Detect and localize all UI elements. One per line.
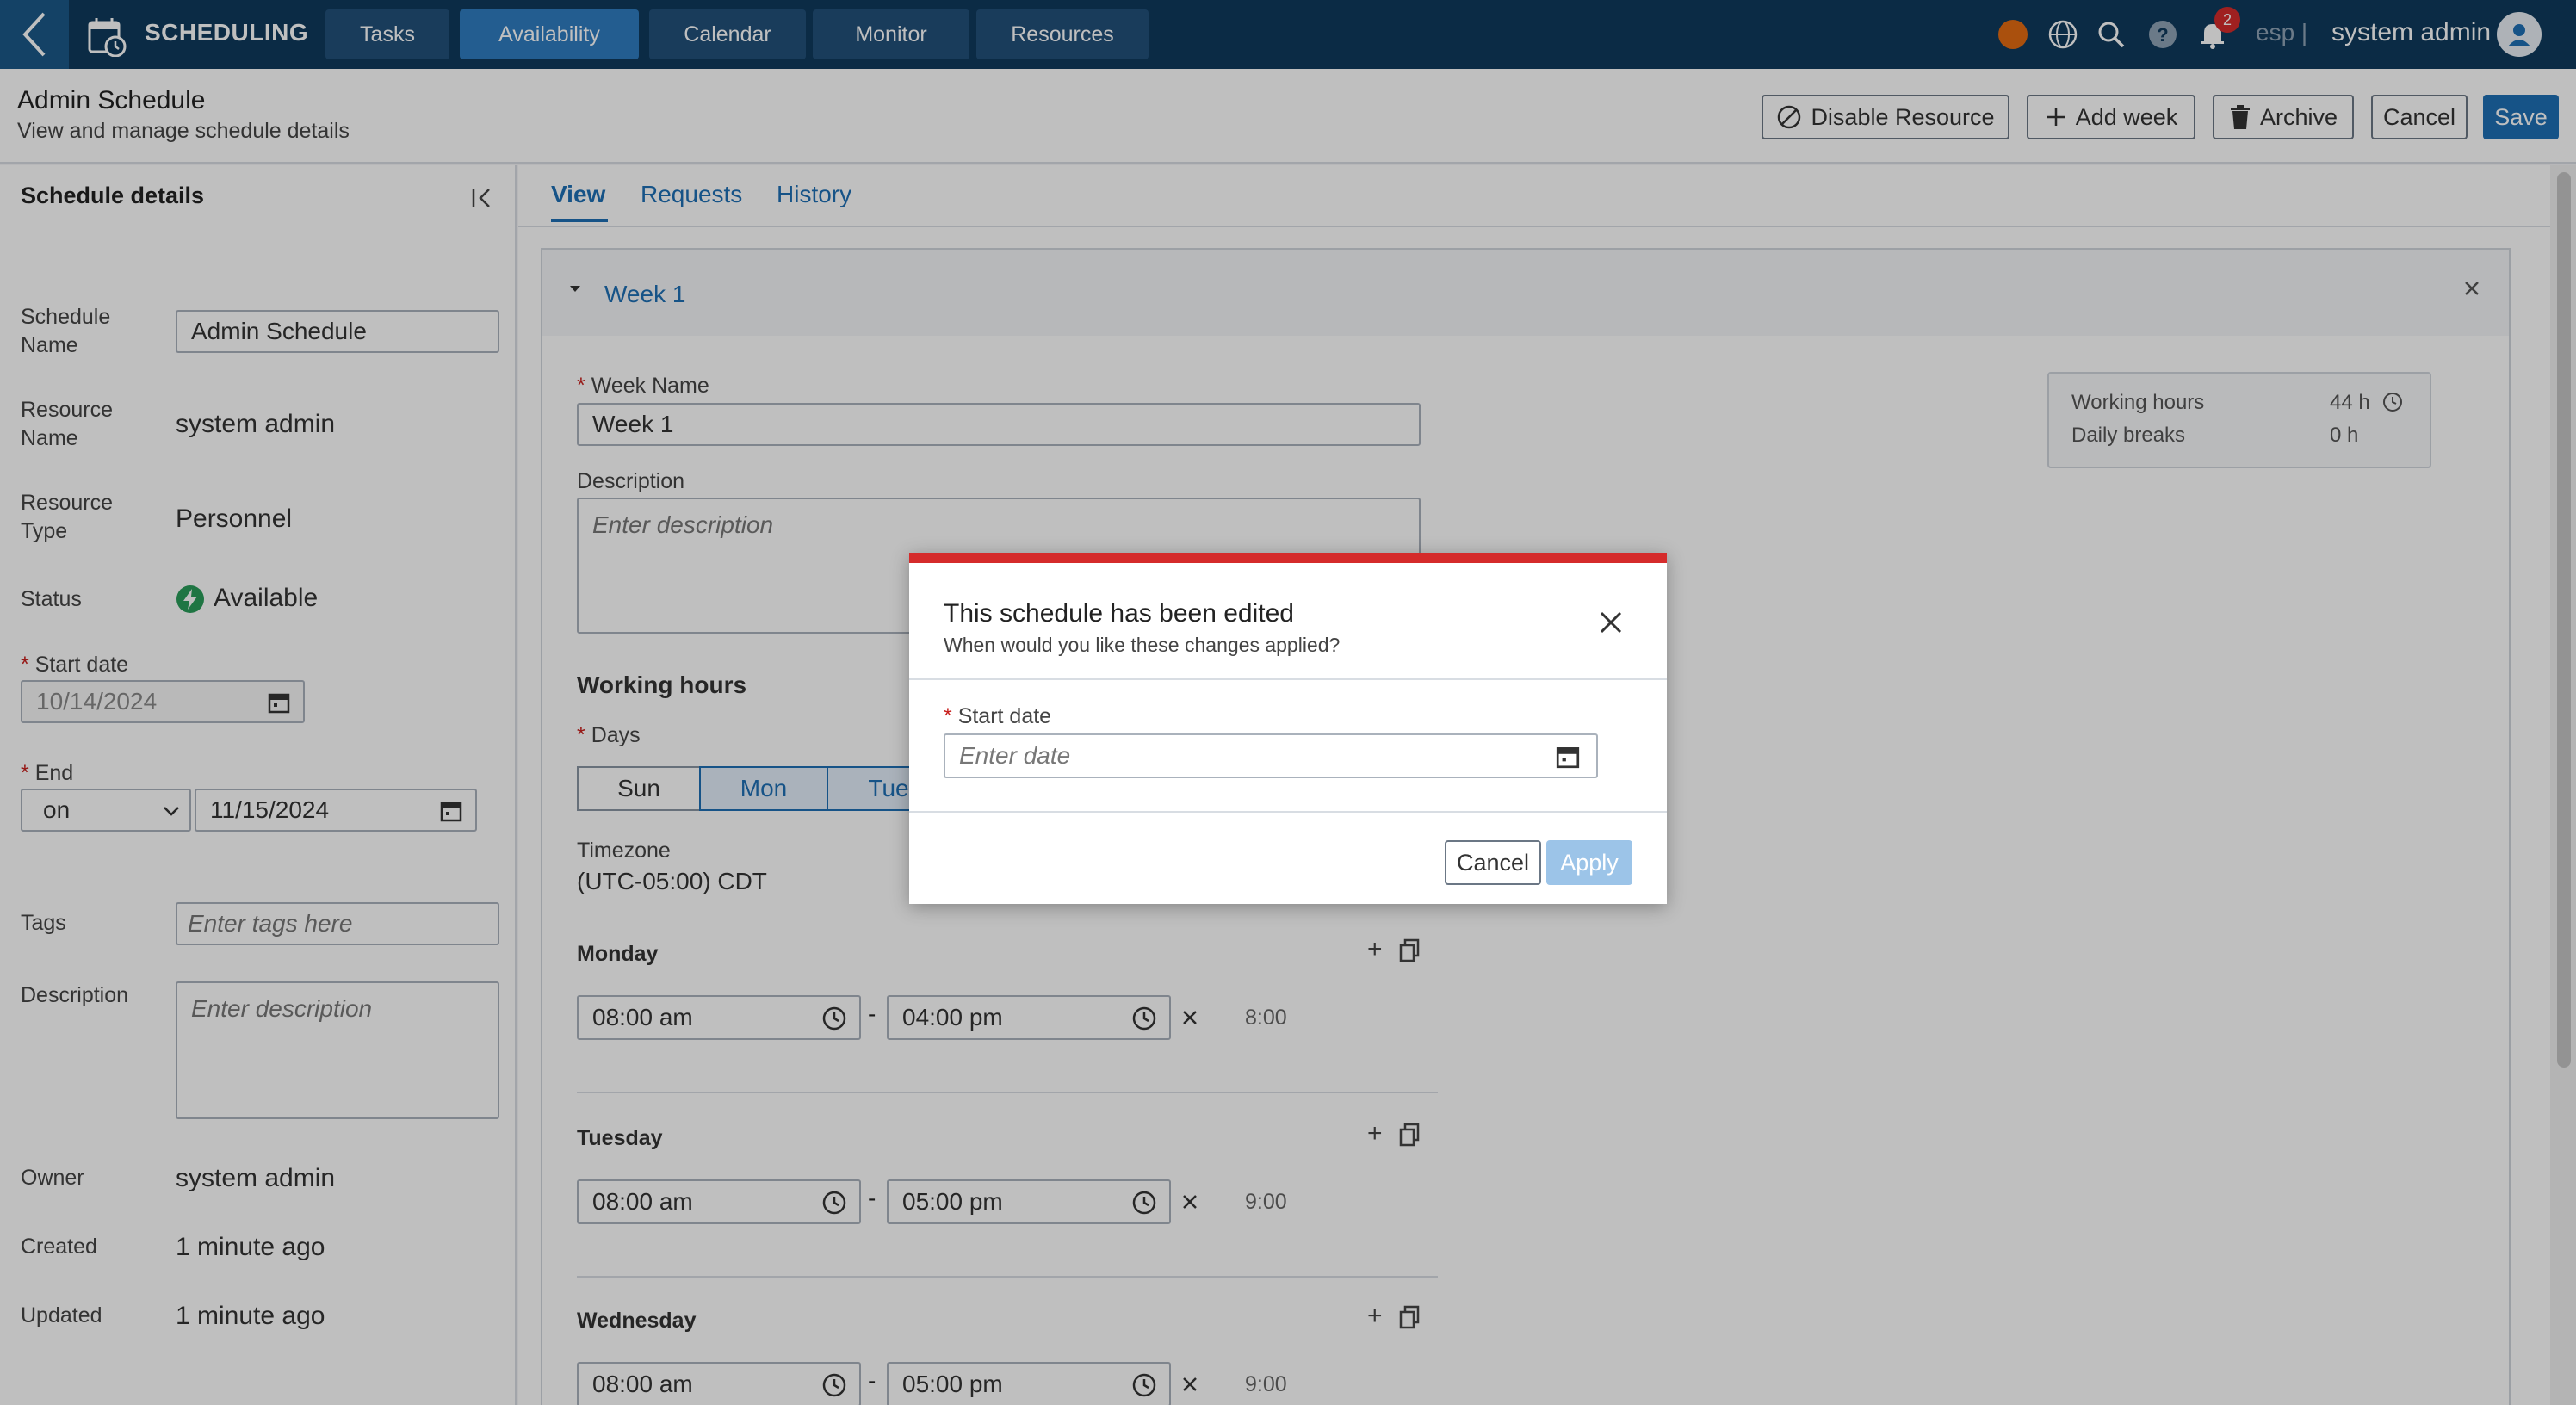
schedule-edited-dialog: This schedule has been edited When would… xyxy=(909,553,1667,904)
close-icon[interactable] xyxy=(1598,610,1624,635)
dialog-divider xyxy=(909,811,1667,813)
calendar-icon[interactable] xyxy=(1555,744,1581,770)
dialog-divider xyxy=(909,678,1667,680)
dialog-start-date-label: * Start date xyxy=(944,704,1052,728)
dialog-subtitle: When would you like these changes applie… xyxy=(944,634,1341,656)
dialog-start-date-input[interactable]: Enter date xyxy=(944,733,1598,778)
dialog-title: This schedule has been edited xyxy=(944,599,1294,628)
dialog-cancel-button[interactable]: Cancel xyxy=(1445,840,1541,885)
dialog-apply-button[interactable]: Apply xyxy=(1546,840,1632,885)
